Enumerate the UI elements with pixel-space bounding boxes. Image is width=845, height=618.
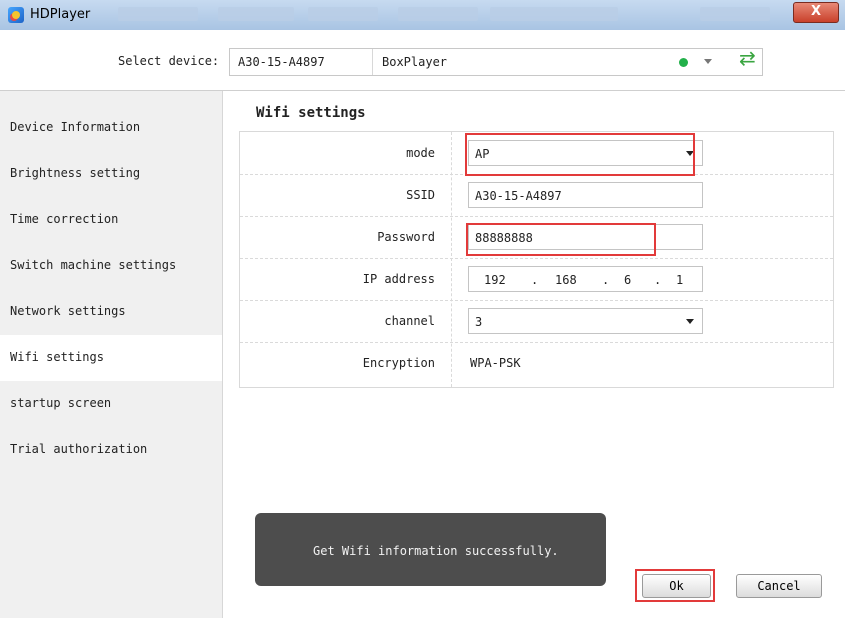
blurred-taskbar-item (308, 7, 378, 21)
sidebar-item-label: Trial authorization (10, 442, 148, 456)
window-title: HDPlayer (30, 7, 91, 22)
ip-octet[interactable]: 192 (484, 273, 506, 287)
page-title: Wifi settings (256, 105, 366, 121)
encryption-label: Encryption (362, 356, 435, 370)
device-id: A30-15-A4897 (238, 55, 325, 69)
sidebar-item-label: Switch machine settings (10, 258, 177, 272)
toast-message: Get Wifi information successfully. (313, 544, 559, 558)
password-row: Password 88888888 (240, 216, 833, 259)
blurred-taskbar-item (218, 7, 294, 21)
title-bar: HDPlayer X (0, 0, 845, 31)
refresh-icon[interactable]: ⇄ (739, 46, 756, 70)
sidebar-item-label: Wifi settings (10, 350, 104, 364)
blurred-taskbar-item (118, 7, 198, 21)
ip-octet[interactable]: 1 (676, 273, 683, 287)
divider (372, 49, 373, 75)
ip-label: IP address (362, 272, 435, 286)
ip-dot: . (654, 273, 662, 287)
ssid-input[interactable]: A30-15-A4897 (468, 182, 703, 208)
cancel-button[interactable]: Cancel (736, 574, 822, 598)
ip-dot: . (602, 273, 610, 287)
online-status-icon (679, 58, 688, 67)
sidebar-item-time-correction[interactable]: Time correction (0, 197, 222, 243)
chevron-down-icon[interactable] (704, 59, 712, 64)
password-input[interactable]: 88888888 (468, 224, 703, 250)
channel-select[interactable]: 3 (468, 308, 703, 334)
encryption-value: WPA-PSK (470, 356, 521, 370)
mode-select[interactable]: AP (468, 140, 703, 166)
blurred-taskbar-item (700, 7, 770, 21)
sidebar-item-network-settings[interactable]: Network settings (0, 289, 222, 335)
mode-label: mode (406, 146, 435, 160)
device-name: BoxPlayer (382, 55, 448, 69)
sidebar-item-label: Brightness setting (10, 166, 141, 180)
sidebar-item-switch-machine-settings[interactable]: Switch machine settings (0, 243, 222, 289)
main-panel: Wifi settings mode AP SSID A30-15-A4897 … (223, 91, 845, 618)
sidebar-item-brightness-setting[interactable]: Brightness setting (0, 151, 222, 197)
sidebar-item-label: Time correction (10, 212, 119, 226)
password-value: 88888888 (475, 231, 533, 245)
encryption-row: Encryption WPA-PSK (240, 342, 833, 384)
app-icon (8, 7, 24, 23)
device-bar: Select device: A30-15-A4897 BoxPlayer ⇄ (0, 30, 845, 91)
ip-row: IP address 192 . 168 . 6 . 1 (240, 258, 833, 301)
select-device-label: Select device: (118, 54, 220, 68)
close-button[interactable]: X (793, 2, 839, 23)
sidebar-item-startup-screen[interactable]: startup screen (0, 381, 222, 427)
mode-value: AP (475, 147, 490, 161)
chevron-down-icon (686, 151, 694, 156)
ssid-row: SSID A30-15-A4897 (240, 174, 833, 217)
sidebar-item-wifi-settings[interactable]: Wifi settings (0, 335, 222, 381)
password-label: Password (377, 230, 435, 244)
channel-label: channel (384, 314, 435, 328)
ip-octet[interactable]: 168 (555, 273, 577, 287)
wifi-form: mode AP SSID A30-15-A4897 Password 88888… (239, 131, 834, 388)
toast-notification: Get Wifi information successfully. (255, 513, 606, 586)
mode-row: mode AP (240, 132, 833, 175)
chevron-down-icon (686, 319, 694, 324)
sidebar-item-trial-authorization[interactable]: Trial authorization (0, 427, 222, 473)
ip-octet[interactable]: 6 (624, 273, 631, 287)
blurred-taskbar-item (490, 7, 618, 21)
sidebar-item-label: startup screen (10, 396, 112, 410)
ip-dot: . (531, 273, 539, 287)
channel-row: channel 3 (240, 300, 833, 343)
ok-button[interactable]: Ok (642, 574, 711, 598)
sidebar-item-label: Network settings (10, 304, 126, 318)
sidebar-item-label: Device Information (10, 120, 141, 134)
sidebar-item-device-information[interactable]: Device Information (0, 105, 222, 151)
device-select[interactable]: A30-15-A4897 BoxPlayer (229, 48, 763, 76)
sidebar: Device Information Brightness setting Ti… (0, 91, 223, 618)
ssid-value: A30-15-A4897 (475, 189, 562, 203)
ssid-label: SSID (406, 188, 435, 202)
blurred-taskbar-item (398, 7, 478, 21)
channel-value: 3 (475, 315, 483, 329)
ip-address-input[interactable]: 192 . 168 . 6 . 1 (468, 266, 703, 292)
